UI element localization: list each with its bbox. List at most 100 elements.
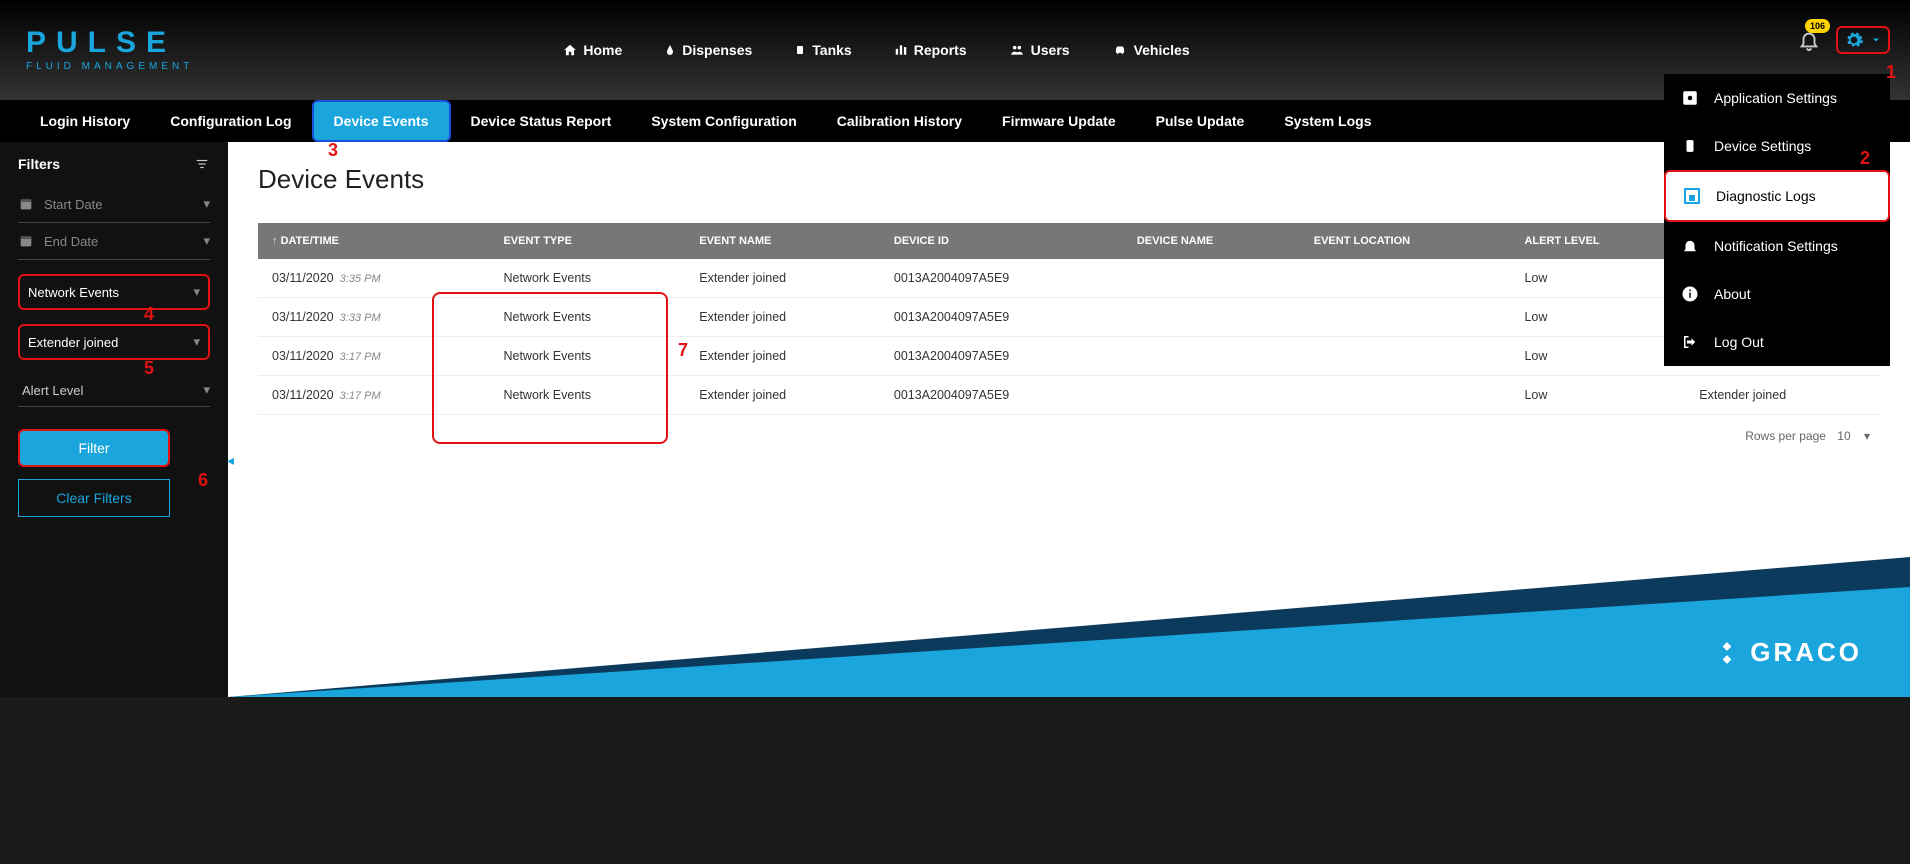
- col-event-name[interactable]: EVENT NAME: [685, 223, 880, 259]
- col-device-name[interactable]: DEVICE NAME: [1123, 223, 1300, 259]
- nav-vehicles[interactable]: Vehicles: [1112, 42, 1190, 58]
- logo-text: PULSE: [26, 28, 193, 58]
- drop-icon: [664, 43, 676, 57]
- chevron-down-icon: ▾: [193, 334, 200, 350]
- nav-tanks[interactable]: Tanks: [794, 42, 851, 58]
- table-row[interactable]: 03/11/20203:35 PMNetwork EventsExtender …: [258, 259, 1880, 298]
- settings-dropdown-menu: Application Settings Device Settings Dia…: [1664, 74, 1890, 366]
- nav-users[interactable]: Users: [1009, 42, 1070, 58]
- menu-logout[interactable]: Log Out: [1664, 318, 1890, 366]
- cell-device-id: 0013A2004097A5E9: [880, 337, 1123, 376]
- calendar-icon: [18, 196, 34, 212]
- tab-calibration-history[interactable]: Calibration History: [817, 100, 982, 142]
- event-name-select[interactable]: Extender joined ▾: [18, 324, 210, 360]
- tab-system-configuration[interactable]: System Configuration: [631, 100, 816, 142]
- cell-event-name: Extender joined: [685, 259, 880, 298]
- header-right: 106 Application Settings Device S: [1798, 26, 1890, 54]
- tab-login-history[interactable]: Login History: [20, 100, 150, 142]
- clear-filters-button[interactable]: Clear Filters: [18, 479, 170, 517]
- cell-alert-level: Low: [1510, 376, 1685, 415]
- table-pager: Rows per page 10 ▾: [258, 415, 1880, 443]
- menu-diagnostic-logs-label: Diagnostic Logs: [1716, 188, 1816, 204]
- start-date-label: Start Date: [44, 197, 103, 212]
- annotation-4: 4: [144, 304, 154, 325]
- cell-event-type: Network Events: [489, 337, 685, 376]
- tab-system-logs[interactable]: System Logs: [1264, 100, 1391, 142]
- col-device-id[interactable]: DEVICE ID: [880, 223, 1123, 259]
- home-icon: [563, 43, 577, 57]
- pager-value[interactable]: 10: [1837, 429, 1850, 443]
- graco-logo: GRACO: [1714, 637, 1862, 668]
- col-alert-level[interactable]: ALERT LEVEL: [1510, 223, 1685, 259]
- logout-icon: [1680, 332, 1700, 352]
- filter-button[interactable]: Filter: [18, 429, 170, 467]
- nav-dispenses[interactable]: Dispenses: [664, 42, 752, 58]
- event-type-value: Network Events: [28, 285, 119, 300]
- notifications-button[interactable]: 106: [1798, 29, 1820, 51]
- menu-device-settings[interactable]: Device Settings: [1664, 122, 1890, 170]
- col-event-type[interactable]: EVENT TYPE: [489, 223, 685, 259]
- alert-level-label: Alert Level: [22, 383, 83, 398]
- annotation-3: 3: [328, 140, 338, 161]
- menu-notification-settings[interactable]: Notification Settings: [1664, 222, 1890, 270]
- bell-icon: [1680, 236, 1700, 256]
- cell-event-name: Extender joined: [685, 376, 880, 415]
- clear-filters-label: Clear Filters: [56, 490, 131, 506]
- cell-alert-level: Low: [1510, 337, 1685, 376]
- cell-event-name: Extender joined: [685, 298, 880, 337]
- annotation-6: 6: [198, 470, 208, 491]
- end-date-field[interactable]: End Date ▾: [18, 223, 210, 260]
- tab-firmware-update[interactable]: Firmware Update: [982, 100, 1136, 142]
- menu-diagnostic-logs[interactable]: Diagnostic Logs: [1664, 170, 1890, 222]
- col-datetime[interactable]: DATE/TIME: [258, 223, 489, 259]
- chevron-down-icon[interactable]: ▾: [1864, 429, 1870, 443]
- nav-reports[interactable]: Reports: [894, 42, 967, 58]
- menu-logout-label: Log Out: [1714, 334, 1764, 350]
- subnav: Login History Configuration Log Device E…: [0, 100, 1910, 142]
- filters-sidebar: Filters Start Date ▾ End Date ▾ Network …: [0, 142, 228, 697]
- logo: PULSE FLUID MANAGEMENT: [26, 28, 193, 72]
- cell-event-type: Network Events: [489, 298, 685, 337]
- menu-about[interactable]: About: [1664, 270, 1890, 318]
- collapse-sidebar-icon[interactable]: ◂: [227, 452, 234, 469]
- pager-label: Rows per page: [1745, 429, 1826, 443]
- tab-device-status-report[interactable]: Device Status Report: [451, 100, 632, 142]
- table-row[interactable]: 03/11/20203:17 PMNetwork EventsExtender …: [258, 376, 1880, 415]
- logo-subtext: FLUID MANAGEMENT: [26, 62, 193, 72]
- tab-device-events[interactable]: Device Events: [312, 100, 451, 142]
- settings-dropdown-button[interactable]: [1836, 26, 1890, 54]
- nav-dispenses-label: Dispenses: [682, 42, 752, 58]
- cell-datetime: 03/11/20203:17 PM: [258, 337, 489, 376]
- filter-lines-icon[interactable]: [194, 157, 210, 171]
- event-type-select[interactable]: Network Events ▾: [18, 274, 210, 310]
- tab-pulse-update[interactable]: Pulse Update: [1136, 100, 1265, 142]
- tab-configuration-log[interactable]: Configuration Log: [150, 100, 311, 142]
- cell-event-location: [1300, 259, 1511, 298]
- cell-datetime: 03/11/20203:17 PM: [258, 376, 489, 415]
- chevron-down-icon: ▾: [193, 284, 200, 300]
- alert-level-select[interactable]: Alert Level ▾: [18, 374, 210, 407]
- footer-stripe: [228, 517, 1910, 697]
- cell-event-type: Network Events: [489, 376, 685, 415]
- event-name-value: Extender joined: [28, 335, 118, 350]
- events-table: DATE/TIME EVENT TYPE EVENT NAME DEVICE I…: [258, 223, 1880, 415]
- table-row[interactable]: 03/11/20203:17 PMNetwork EventsExtender …: [258, 337, 1880, 376]
- cell-device-name: [1123, 337, 1300, 376]
- menu-notification-settings-label: Notification Settings: [1714, 238, 1838, 254]
- cell-datetime: 03/11/20203:35 PM: [258, 259, 489, 298]
- menu-application-settings[interactable]: Application Settings: [1664, 74, 1890, 122]
- table-row[interactable]: 03/11/20203:33 PMNetwork EventsExtender …: [258, 298, 1880, 337]
- start-date-field[interactable]: Start Date ▾: [18, 186, 210, 223]
- filter-button-label: Filter: [78, 440, 109, 456]
- annotation-7: 7: [678, 340, 688, 361]
- graco-text: GRACO: [1750, 637, 1862, 668]
- main-nav: Home Dispenses Tanks Reports Users: [563, 42, 1189, 58]
- app-header: PULSE FLUID MANAGEMENT Home Dispenses Ta…: [0, 0, 1910, 100]
- users-icon: [1009, 43, 1025, 57]
- menu-device-settings-label: Device Settings: [1714, 138, 1811, 154]
- cell-device-id: 0013A2004097A5E9: [880, 298, 1123, 337]
- col-event-location[interactable]: EVENT LOCATION: [1300, 223, 1511, 259]
- nav-home[interactable]: Home: [563, 42, 622, 58]
- menu-about-label: About: [1714, 286, 1751, 302]
- chevron-down-icon: ▾: [203, 382, 210, 398]
